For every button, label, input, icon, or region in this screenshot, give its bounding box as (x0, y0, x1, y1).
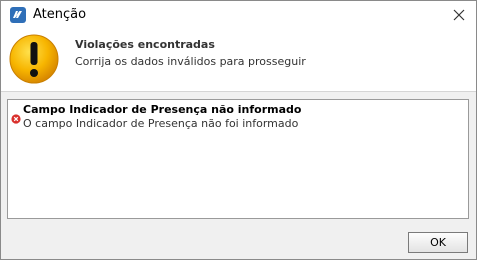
header-divider (1, 91, 476, 92)
error-icon (11, 109, 21, 124)
window-title: Atenção (33, 7, 87, 22)
dialog-window: Atenção Violações encontradas Corrija os… (0, 0, 477, 260)
ok-button[interactable]: OK (408, 232, 468, 253)
app-logo-icon (10, 7, 26, 23)
message-title: Campo Indicador de Presença não informad… (23, 103, 302, 116)
header-title: Violações encontradas (75, 38, 215, 51)
message-body: O campo Indicador de Presença não foi in… (23, 117, 299, 130)
warning-icon (8, 33, 60, 85)
dialog-header: Violações encontradas Corrija os dados i… (1, 29, 476, 91)
header-subtitle: Corrija os dados inválidos para prossegu… (75, 55, 306, 68)
title-bar[interactable]: Atenção (1, 1, 476, 29)
messages-list[interactable]: Campo Indicador de Presença não informad… (7, 99, 469, 219)
close-button[interactable] (448, 4, 470, 26)
close-icon (453, 9, 465, 21)
